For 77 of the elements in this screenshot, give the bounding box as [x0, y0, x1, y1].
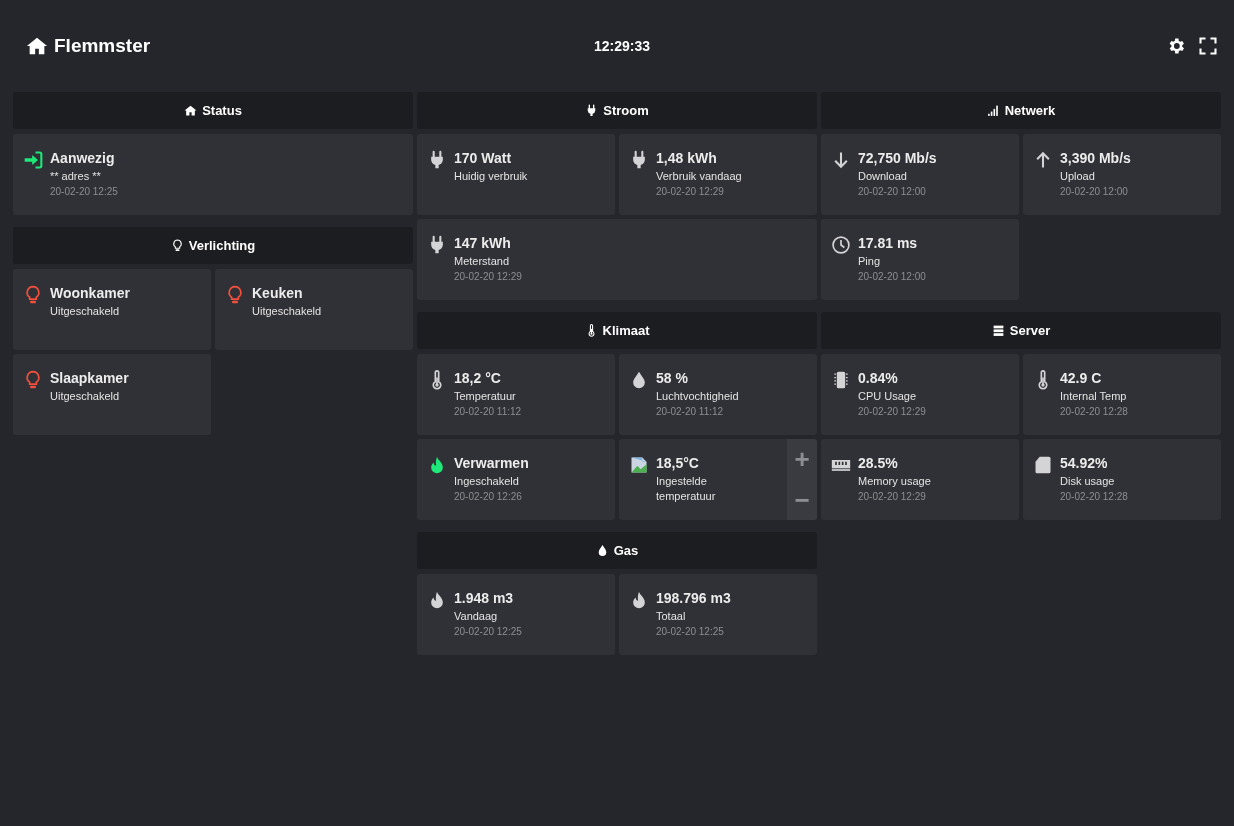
- tile-value: 1.948 m3: [454, 590, 515, 607]
- tile-label: Upload: [1060, 169, 1096, 184]
- tile-value: 198.796 m3: [656, 590, 731, 607]
- server-icon: [991, 324, 1005, 337]
- home-icon: [184, 104, 198, 117]
- tile-value: 28.5%: [858, 455, 899, 472]
- tile-timestamp: 20-02-20 12:25: [454, 625, 522, 639]
- tile-timestamp: 20-02-20 12:26: [454, 490, 523, 504]
- tile-timestamp: 20-02-20 11:12: [454, 405, 522, 419]
- tile-value: 72,750 Mb/s: [858, 150, 937, 167]
- tile-label: Download: [858, 169, 908, 184]
- tile-value: Slaapkamer: [50, 370, 129, 387]
- tile-value: 147 kWh: [454, 235, 512, 252]
- tile-timestamp: 20-02-20 12:29: [858, 490, 927, 504]
- section-title: Klimaat: [602, 321, 650, 340]
- tile-timestamp: 20-02-20 12:29: [454, 270, 522, 284]
- tile-timestamp: 20-02-20 12:25: [50, 185, 118, 199]
- tile-timestamp: 20-02-20 12:00: [1060, 185, 1129, 199]
- sd-card-icon: [1033, 455, 1053, 475]
- tile-value: 17.81 ms: [858, 235, 919, 252]
- tile-value: 1,48 kWh: [656, 150, 718, 167]
- tile-label: Uitgeschakeld: [50, 389, 121, 404]
- tile-value: 18,2 °C: [454, 370, 502, 387]
- section-title: Netwerk: [1004, 101, 1056, 120]
- tile-value: 58 %: [656, 370, 689, 387]
- tile-label: Ping: [858, 254, 882, 269]
- tile-value: 3,390 Mb/s: [1060, 150, 1131, 167]
- section-title: Gas: [613, 541, 639, 560]
- tile-value: 0.84%: [858, 370, 899, 387]
- tile-label: CPU Usage: [858, 389, 918, 404]
- lightbulb-icon: [170, 239, 184, 252]
- tile-label: Totaal: [656, 609, 687, 624]
- tile-value: 170 Watt: [454, 150, 513, 167]
- tile-timestamp: 20-02-20 12:25: [656, 625, 725, 639]
- tile-timestamp: 20-02-20 12:28: [1060, 405, 1128, 419]
- section-title: Server: [1009, 321, 1051, 340]
- tile-timestamp: 20-02-20 12:00: [858, 270, 926, 284]
- tile-timestamp: 20-02-20 12:00: [858, 185, 927, 199]
- broken-image-icon: [629, 455, 649, 475]
- tile-label: Memory usage: [858, 474, 931, 489]
- tile-label: Vandaag: [454, 609, 499, 624]
- increase-button[interactable]: +: [794, 446, 810, 473]
- tile-value: Keuken: [252, 285, 304, 302]
- tile-timestamp: 20-02-20 12:28: [1060, 490, 1128, 504]
- app-title: Flemmster: [54, 33, 151, 58]
- arrow-down-icon: [831, 150, 851, 170]
- home-icon: [26, 35, 48, 57]
- clock-time: 12:29:33: [593, 36, 650, 56]
- tile-label: Ingeschakeld: [454, 474, 520, 489]
- tile-value: 42.9 C: [1060, 370, 1103, 387]
- section-title: Status: [202, 101, 242, 120]
- tile-label: Huidig verbruik: [454, 169, 528, 184]
- tile-label: Disk usage: [1060, 474, 1116, 489]
- chip-icon: [831, 370, 851, 390]
- tile-label: Verbruik vandaag: [656, 169, 742, 184]
- tile-label: Luchtvochtigheid: [656, 389, 739, 404]
- tile-timestamp: 20-02-20 11:12: [656, 405, 725, 419]
- tile-value: Verwarmen: [454, 455, 529, 472]
- tile-label: Ingestelde temperatuur: [656, 474, 717, 504]
- tile-timestamp: 20-02-20 12:29: [858, 405, 926, 419]
- clock-icon: [831, 235, 851, 255]
- tile-timestamp: 20-02-20 12:29: [656, 185, 725, 199]
- section-title: Stroom: [603, 101, 649, 120]
- signal-bars-icon: [986, 104, 1000, 117]
- tile-label: Internal Temp: [1060, 389, 1128, 404]
- tile-label: Temperatuur: [454, 389, 517, 404]
- tile-value: Aanwezig: [50, 150, 116, 167]
- tile-label: Uitgeschakeld: [252, 304, 322, 319]
- fullscreen-button[interactable]: [1198, 36, 1218, 56]
- tile-label: Uitgeschakeld: [50, 304, 121, 319]
- tile-label: Meterstand: [454, 254, 511, 269]
- decrease-button[interactable]: −: [794, 486, 810, 513]
- tile-value: Woonkamer: [50, 285, 130, 302]
- tile-value: 18,5°C: [656, 455, 700, 472]
- tile-label: ** adres **: [50, 169, 102, 184]
- section-title: Verlichting: [188, 236, 256, 255]
- tile-value: 54.92%: [1060, 455, 1109, 472]
